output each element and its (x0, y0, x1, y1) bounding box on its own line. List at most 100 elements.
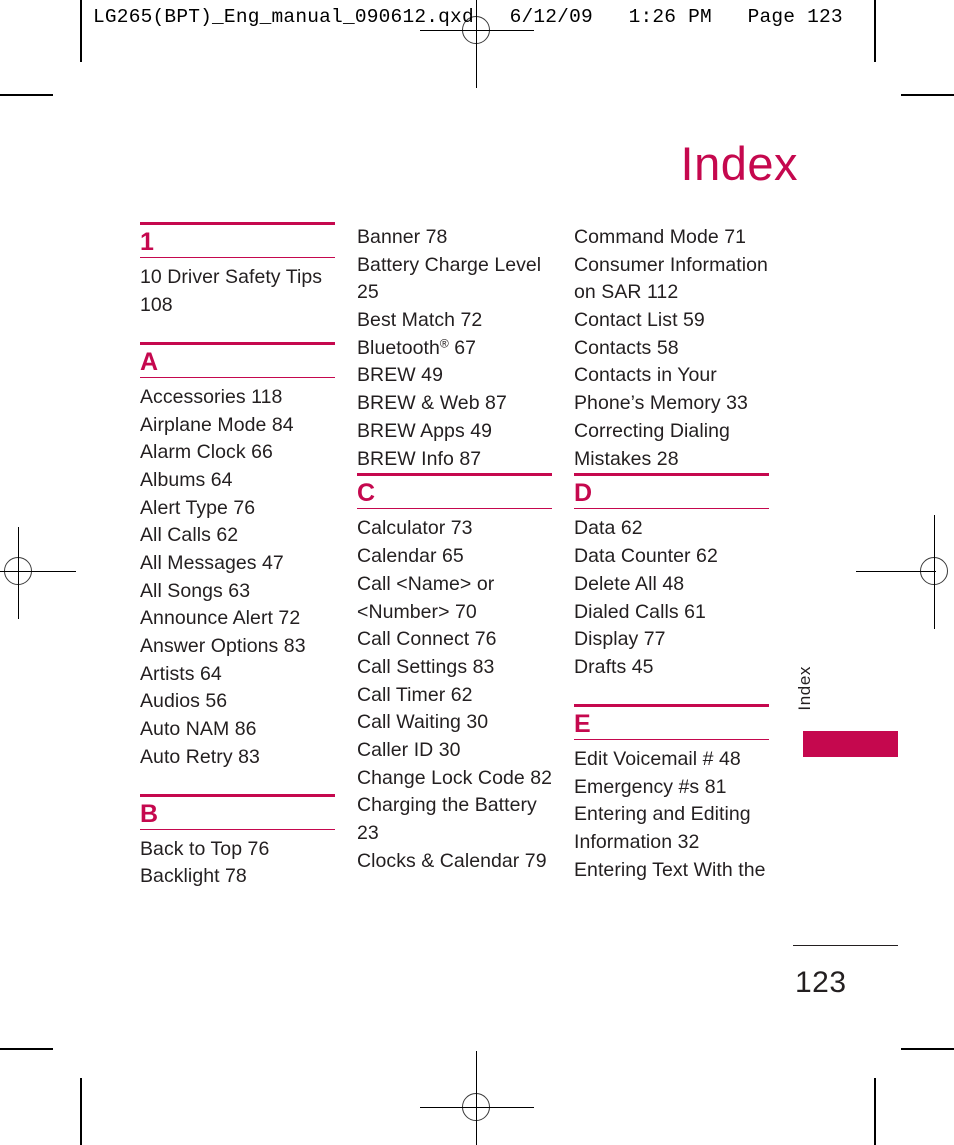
index-entry[interactable]: Edit Voicemail # 48 (574, 746, 769, 774)
registration-hline (0, 571, 76, 572)
crop-mark-top-right-vertical (874, 0, 876, 62)
crop-mark-bottom-left-horizontal (0, 1048, 53, 1050)
index-entry[interactable]: Command Mode 71 (574, 224, 769, 252)
index-entry[interactable]: Calculator 73 (357, 515, 552, 543)
index-entry[interactable]: BREW Info 87 (357, 446, 552, 474)
section-letter: E (574, 709, 591, 738)
side-tab-label: Index (795, 666, 814, 711)
index-entry[interactable]: Consumer Information on SAR 112 (574, 252, 769, 307)
index-entry[interactable]: Audios 56 (140, 688, 335, 716)
index-entry[interactable]: All Calls 62 (140, 522, 335, 550)
registration-vline (476, 1051, 477, 1145)
registration-mark-left-middle (0, 527, 76, 619)
index-entry[interactable]: Drafts 45 (574, 654, 769, 682)
index-entry[interactable]: Calendar 65 (357, 543, 552, 571)
index-entry[interactable]: Auto Retry 83 (140, 744, 335, 772)
section-letter: D (574, 479, 593, 508)
index-entry[interactable]: Dialed Calls 61 (574, 599, 769, 627)
index-entry[interactable]: Entering Text With the (574, 857, 769, 885)
index-entry[interactable]: Change Lock Code 82 (357, 765, 552, 793)
index-entry[interactable]: 10 Driver Safety Tips 108 (140, 264, 335, 319)
index-entry-list: Command Mode 71 Consumer Information on S… (574, 224, 769, 473)
section-letter: B (140, 799, 159, 828)
index-section: D Data 62 Data Counter 62 Delete All 48 Dial… (574, 473, 769, 681)
index-entry[interactable]: BREW & Web 87 (357, 390, 552, 418)
crop-mark-bottom-right-vertical (874, 1078, 876, 1145)
index-entry[interactable]: Correcting Dialing Mistakes 28 (574, 418, 769, 473)
section-rule-top (140, 222, 335, 225)
index-entry[interactable]: All Songs 63 (140, 578, 335, 606)
index-entry[interactable]: Delete All 48 (574, 571, 769, 599)
index-entry[interactable]: Banner 78 (357, 224, 552, 252)
index-entry[interactable]: Call Timer 62 (357, 682, 552, 710)
index-entry[interactable]: Data 62 (574, 515, 769, 543)
registration-mark-bottom-center (420, 1051, 534, 1145)
index-entry[interactable]: Auto NAM 86 (140, 716, 335, 744)
page-title: Index (680, 137, 798, 190)
section-rule-top (574, 703, 769, 707)
registration-vline (18, 527, 19, 619)
section-rule-bottom (574, 508, 769, 510)
registration-hline (856, 571, 936, 572)
index-entry[interactable]: Data Counter 62 (574, 543, 769, 571)
index-entry[interactable]: Call Settings 83 (357, 654, 552, 682)
section-rule-top (140, 341, 335, 345)
index-entry[interactable]: Best Match 72 (357, 307, 552, 335)
index-entry[interactable]: Albums 64 (140, 467, 335, 495)
index-entry[interactable]: Accessories 118 (140, 384, 335, 412)
crop-mark-top-left-horizontal (0, 94, 53, 96)
registration-mark-right-middle (856, 515, 954, 629)
index-columns: 1 10 Driver Safety Tips 108 A Accessories 1… (140, 222, 780, 891)
index-entry[interactable]: Announce Alert 72 (140, 605, 335, 633)
index-entry[interactable]: Battery Charge Level 25 (357, 252, 552, 307)
section-rule-bottom (357, 508, 552, 510)
index-entry[interactable]: Airplane Mode 84 (140, 412, 335, 440)
index-entry[interactable]: BREW 49 (357, 362, 552, 390)
index-entry[interactable]: Entering and Editing Information 32 (574, 801, 769, 856)
index-entry[interactable]: Clocks & Calendar 79 (357, 848, 552, 876)
index-entry-list: Edit Voicemail # 48 Emergency #s 81 Enteri… (574, 746, 769, 884)
section-rule-top (140, 793, 335, 797)
registered-mark: ® (439, 336, 449, 351)
section-rule-bottom (574, 738, 769, 740)
index-entry[interactable]: Call <Name> or <Number> 70 (357, 571, 552, 626)
crop-mark-top-right-horizontal (901, 94, 954, 96)
index-entry[interactable]: Backlight 78 (140, 863, 335, 891)
index-entry[interactable]: Caller ID 30 (357, 737, 552, 765)
index-entry[interactable]: Emergency #s 81 (574, 774, 769, 802)
index-entry[interactable]: Contacts in Your Phone’s Memory 33 (574, 362, 769, 417)
index-column-3: Command Mode 71 Consumer Information on S… (574, 222, 769, 891)
crop-mark-bottom-left-vertical (80, 1078, 82, 1145)
index-entry[interactable]: Call Connect 76 (357, 626, 552, 654)
index-entry[interactable]: Bluetooth® 67 (357, 335, 552, 363)
section-rule-top (357, 473, 552, 477)
index-entry[interactable]: Artists 64 (140, 661, 335, 689)
index-entry-list: Accessories 118 Airplane Mode 84 Alarm Clo… (140, 384, 335, 772)
index-entry[interactable]: Display 77 (574, 626, 769, 654)
index-entry[interactable]: Answer Options 83 (140, 633, 335, 661)
index-entry[interactable]: BREW Apps 49 (357, 418, 552, 446)
index-entry-list: 10 Driver Safety Tips 108 (140, 264, 335, 319)
section-letter: A (140, 347, 159, 376)
index-section: A Accessories 118 Airplane Mode 84 Alarm Cl… (140, 341, 335, 772)
index-column-1: 1 10 Driver Safety Tips 108 A Accessories 1… (140, 222, 335, 891)
index-entry[interactable]: All Messages 47 (140, 550, 335, 578)
section-letter: C (357, 479, 376, 508)
index-entry[interactable]: Charging the Battery 23 (357, 792, 552, 847)
manual-index-page: LG265(BPT)_Eng_manual_090612.qxd 6/12/09… (0, 0, 954, 1145)
index-section: 1 10 Driver Safety Tips 108 (140, 222, 335, 320)
folio-rule (793, 945, 898, 946)
registration-vline (934, 515, 935, 629)
index-section: C Calculator 73 Calendar 65 Call <Name> or … (357, 473, 552, 875)
index-entry[interactable]: Alarm Clock 66 (140, 439, 335, 467)
crop-mark-bottom-right-horizontal (901, 1048, 954, 1050)
index-entry[interactable]: Back to Top 76 (140, 836, 335, 864)
index-entry[interactable]: Alert Type 76 (140, 495, 335, 523)
index-entry-list: Back to Top 76 Backlight 78 (140, 836, 335, 891)
index-column-2: Banner 78 Battery Charge Level 25 Best Mat… (357, 222, 552, 891)
index-entry-list: Banner 78 Battery Charge Level 25 Best Mat… (357, 224, 552, 473)
index-entry[interactable]: Call Waiting 30 (357, 709, 552, 737)
index-entry[interactable]: Contacts 58 (574, 335, 769, 363)
registration-hline (420, 1107, 534, 1108)
index-entry[interactable]: Contact List 59 (574, 307, 769, 335)
